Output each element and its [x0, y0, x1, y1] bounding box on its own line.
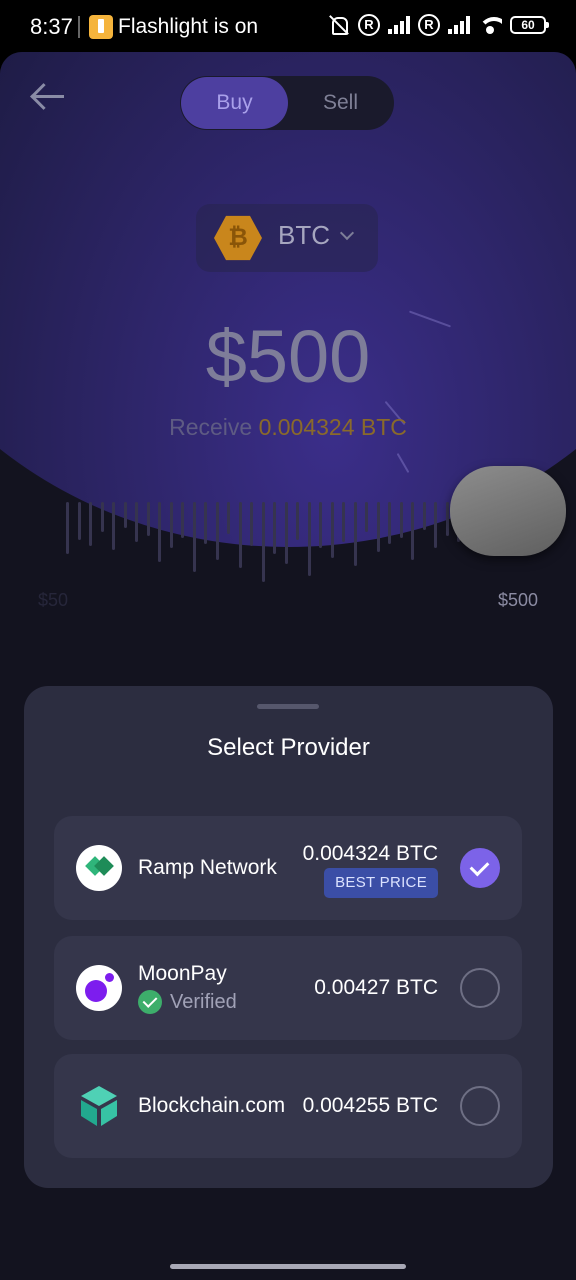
signal-icon: [388, 16, 410, 34]
provider-radio[interactable]: [460, 1086, 500, 1126]
buy-sell-toggle: Buy Sell: [180, 76, 394, 130]
tab-sell[interactable]: Sell: [287, 77, 394, 129]
receive-line: Receive 0.004324 BTC: [0, 414, 576, 441]
provider-blockchain-com[interactable]: Blockchain.com 0.004255 BTC: [54, 1054, 522, 1158]
provider-name: MoonPay: [138, 962, 227, 985]
bitcoin-icon: [214, 215, 262, 261]
back-arrow-icon[interactable]: [28, 80, 68, 112]
slider-tick: [353, 502, 357, 566]
tab-buy[interactable]: Buy: [181, 77, 288, 129]
amount-slider-thumb[interactable]: [450, 466, 566, 556]
mute-icon: [328, 14, 350, 36]
slider-tick: [181, 502, 184, 538]
signal-icon: [448, 16, 470, 34]
slider-tick: [146, 502, 150, 536]
select-provider-sheet: Select Provider Ramp Network 0.004324 BT…: [24, 686, 553, 1188]
ramp-network-icon: [76, 845, 122, 891]
slider-tick: [123, 502, 127, 528]
slider-tick: [399, 502, 403, 538]
battery-icon: 60: [510, 16, 549, 34]
status-icons: R R 60: [328, 14, 549, 36]
asset-selector[interactable]: BTC: [196, 204, 378, 272]
slider-tick: [192, 502, 196, 572]
provider-amount: 0.00427 BTC: [314, 976, 438, 999]
slider-tick: [319, 502, 322, 548]
slider-tick: [434, 502, 437, 548]
status-time: 8:37: [30, 14, 73, 39]
slider-tick: [365, 502, 368, 532]
provider-name: Blockchain.com: [138, 1094, 286, 1117]
slider-tick: [445, 502, 449, 536]
slider-tick: [158, 502, 161, 562]
slider-tick: [135, 502, 138, 542]
roaming-icon: R: [358, 14, 380, 36]
receive-value: 0.004324 BTC: [258, 414, 407, 440]
provider-ramp-network[interactable]: Ramp Network 0.004324 BTC BEST PRICE: [54, 816, 522, 920]
slider-tick: [284, 502, 288, 564]
slider-tick: [227, 502, 230, 534]
slider-tick: [388, 502, 391, 544]
slider-tick: [342, 502, 345, 542]
slider-tick: [77, 502, 81, 540]
chevron-down-icon: [339, 225, 355, 241]
moonpay-icon: [76, 965, 122, 1011]
slider-tick: [261, 502, 265, 582]
slider-tick: [89, 502, 92, 546]
provider-radio[interactable]: [460, 968, 500, 1008]
slider-tick: [100, 502, 104, 532]
home-indicator[interactable]: [170, 1264, 406, 1269]
slider-tick: [273, 502, 276, 554]
slider-tick: [376, 502, 380, 552]
slider-tick: [307, 502, 311, 576]
slider-max-label: $500: [497, 590, 538, 610]
slider-tick: [422, 502, 426, 530]
blockchain-com-icon: [76, 1083, 122, 1129]
check-circle-icon: [138, 990, 162, 1014]
slider-tick: [215, 502, 219, 560]
status-notification: Flashlight is on: [118, 15, 258, 38]
status-divider: [78, 16, 80, 38]
provider-amount: 0.004255 BTC: [302, 1094, 438, 1117]
sheet-title: Select Provider: [207, 734, 370, 761]
asset-symbol: BTC: [278, 220, 330, 250]
verified-badge: Verified: [138, 990, 237, 1014]
best-price-badge: BEST PRICE: [324, 868, 438, 898]
amount-display: $500: [205, 315, 371, 398]
flashlight-icon: [89, 15, 113, 39]
slider-tick: [204, 502, 207, 544]
slider-tick: [296, 502, 299, 540]
slider-tick: [66, 502, 69, 554]
slider-tick: [250, 502, 253, 546]
receive-label: Receive: [169, 414, 253, 440]
slider-tick: [411, 502, 414, 560]
verified-label: Verified: [170, 990, 237, 1013]
status-bar: 8:37 Flashlight is on R R 60: [0, 0, 576, 56]
slider-tick: [330, 502, 334, 558]
wifi-icon: [478, 15, 502, 35]
slider-tick: [238, 502, 242, 568]
provider-moonpay[interactable]: MoonPay Verified 0.00427 BTC: [54, 936, 522, 1040]
sheet-drag-handle[interactable]: [257, 704, 319, 709]
provider-radio-selected[interactable]: [460, 848, 500, 888]
roaming-icon: R: [418, 14, 440, 36]
provider-name: Ramp Network: [138, 856, 277, 879]
slider-min-label: $50: [38, 590, 69, 610]
provider-amount: 0.004324 BTC: [302, 842, 438, 865]
slider-tick: [169, 502, 173, 548]
slider-tick: [112, 502, 115, 550]
